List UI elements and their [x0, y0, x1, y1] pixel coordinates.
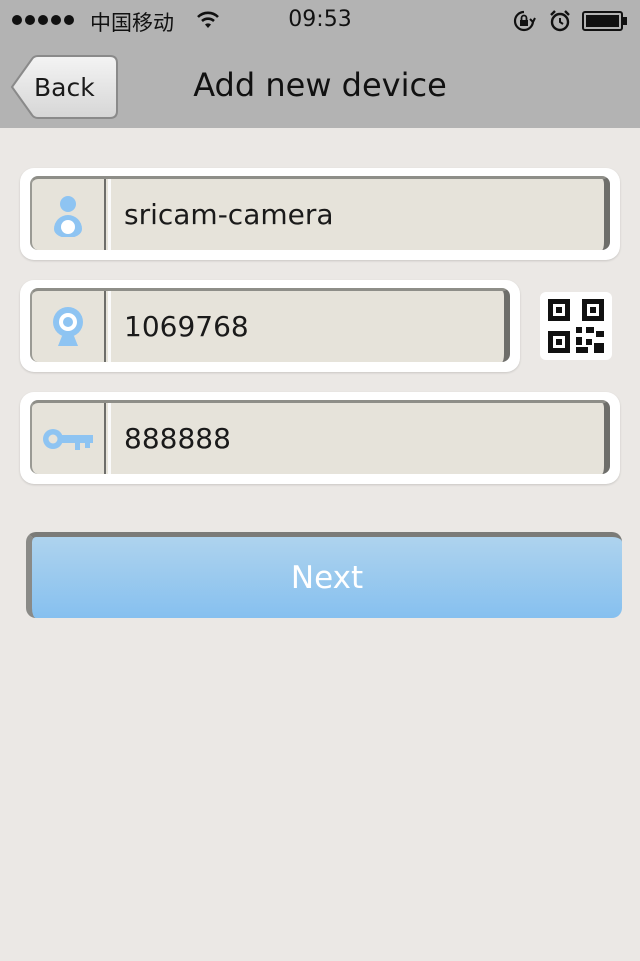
rotation-lock-icon: [513, 10, 536, 32]
alarm-icon: [550, 10, 570, 32]
device-name-input[interactable]: sricam-camera: [124, 179, 334, 250]
device-id-row: 1069768: [20, 280, 520, 372]
qr-code-icon: [548, 299, 604, 353]
status-bar: 中国移动 09:53: [0, 0, 640, 42]
field-divider: [108, 291, 111, 362]
device-name-row: sricam-camera: [20, 168, 620, 260]
password-field[interactable]: 888888: [30, 400, 610, 474]
password-icon-cell: [32, 403, 106, 474]
password-input[interactable]: 888888: [124, 403, 231, 474]
battery-icon: [582, 11, 627, 31]
next-button[interactable]: Next: [26, 532, 622, 618]
device-id-field[interactable]: 1069768: [30, 288, 510, 362]
device-name-field[interactable]: sricam-camera: [30, 176, 610, 250]
device-name-icon-cell: [32, 179, 106, 250]
webcam-icon: [53, 306, 83, 346]
status-time: 09:53: [288, 7, 352, 32]
back-label: Back: [34, 73, 95, 102]
back-button[interactable]: Back: [10, 55, 118, 119]
user-icon: [54, 195, 82, 237]
device-id-input[interactable]: 1069768: [124, 291, 249, 362]
field-divider: [108, 179, 111, 250]
password-row: 888888: [20, 392, 620, 484]
field-divider: [108, 403, 111, 474]
device-id-icon-cell: [32, 291, 106, 362]
key-icon: [43, 428, 93, 450]
navigation-bar: Add new device Back: [0, 42, 640, 128]
qr-scan-button[interactable]: [540, 292, 612, 360]
